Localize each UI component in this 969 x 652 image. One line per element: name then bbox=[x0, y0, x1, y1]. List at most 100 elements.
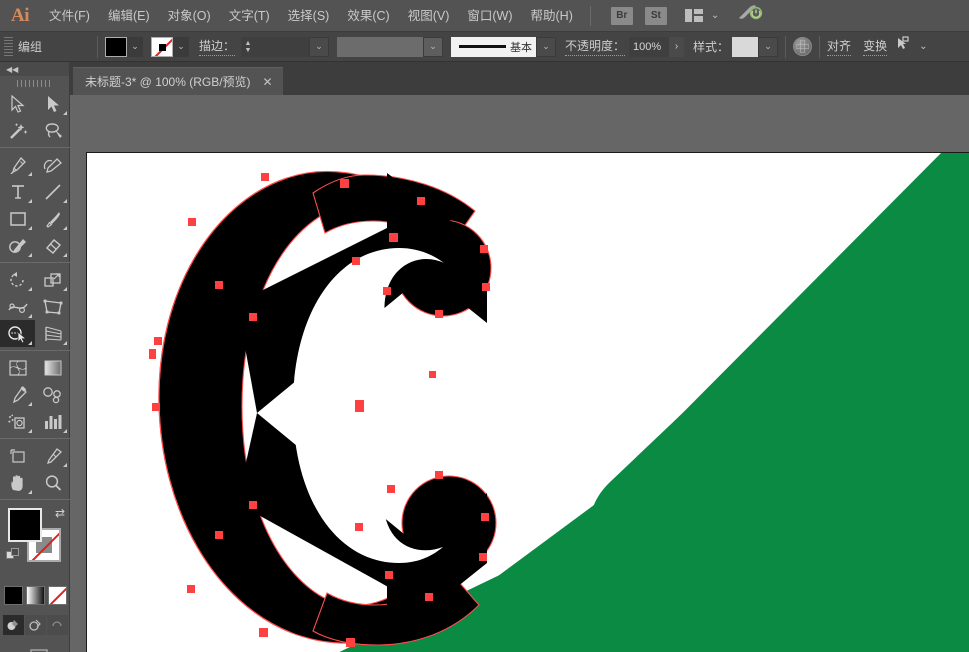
artboard[interactable] bbox=[86, 152, 969, 652]
menu-window[interactable]: 窗口(W) bbox=[458, 0, 521, 32]
rotate-tool[interactable] bbox=[0, 266, 35, 293]
stroke-dropdown-button[interactable]: ⌄ bbox=[173, 37, 189, 57]
isolate-chevron-down-icon[interactable]: ⌄ bbox=[919, 41, 927, 52]
tool-group-corner-icon bbox=[63, 199, 67, 203]
document-tab[interactable]: 未标题-3* @ 100% (RGB/预览) ✕ bbox=[73, 67, 283, 95]
brush-definition-label: 基本 bbox=[510, 39, 532, 55]
menu-edit[interactable]: 编辑(E) bbox=[99, 0, 159, 32]
none-mode-button[interactable] bbox=[48, 586, 67, 605]
perspective-grid-tool[interactable] bbox=[35, 320, 70, 347]
column-graph-tool[interactable] bbox=[35, 408, 70, 435]
menu-select[interactable]: 选择(S) bbox=[279, 0, 339, 32]
align-button[interactable]: 对齐 bbox=[827, 37, 851, 56]
free-transform-tool[interactable] bbox=[35, 293, 70, 320]
fill-color-swatch[interactable] bbox=[105, 37, 127, 57]
paintbrush-tool[interactable] bbox=[35, 205, 70, 232]
app-logo-icon: Ai bbox=[0, 0, 40, 32]
tool-group-corner-icon bbox=[63, 341, 67, 345]
brush-stroke-preview-icon bbox=[459, 45, 506, 48]
fill-color-box[interactable] bbox=[8, 508, 42, 542]
arrange-documents-icon[interactable] bbox=[685, 9, 703, 22]
tool-group-corner-icon bbox=[28, 314, 32, 318]
menu-file[interactable]: 文件(F) bbox=[40, 0, 99, 32]
tool-group-corner-icon bbox=[63, 226, 67, 230]
swap-fill-stroke-icon[interactable]: ⇄ bbox=[55, 506, 65, 520]
draw-behind-button[interactable] bbox=[25, 615, 46, 635]
variable-width-dropdown[interactable]: ⌄ bbox=[423, 37, 443, 57]
artwork-svg bbox=[87, 153, 969, 652]
stroke-weight-stepper[interactable]: ▲▼ bbox=[241, 37, 255, 57]
pen-tool[interactable] bbox=[0, 151, 35, 178]
bridge-button[interactable]: Br bbox=[611, 7, 633, 25]
draw-mode-buttons bbox=[0, 615, 70, 637]
tools-panel: ◀◀ bbox=[0, 62, 70, 652]
eyedropper-tool[interactable] bbox=[0, 381, 35, 408]
variable-width-profile-field[interactable] bbox=[337, 37, 423, 57]
brush-definition-field[interactable]: 基本 bbox=[451, 37, 536, 57]
shape-builder-tool[interactable] bbox=[0, 320, 35, 347]
zoom-tool[interactable] bbox=[35, 469, 70, 496]
blend-tool[interactable] bbox=[35, 381, 70, 408]
rectangle-tool[interactable] bbox=[0, 205, 35, 232]
direct-selection-tool[interactable] bbox=[35, 90, 70, 117]
recolor-artwork-icon[interactable] bbox=[793, 37, 812, 56]
gradient-tool[interactable] bbox=[35, 354, 70, 381]
draw-inside-button[interactable] bbox=[47, 615, 68, 635]
mesh-tool[interactable] bbox=[0, 354, 35, 381]
artboard-tool[interactable] bbox=[0, 442, 35, 469]
opacity-next-button[interactable]: › bbox=[669, 37, 684, 57]
transform-button[interactable]: 变换 bbox=[863, 37, 887, 56]
control-bar-grip[interactable] bbox=[4, 37, 13, 57]
brush-dropdown-button[interactable]: ⌄ bbox=[536, 37, 556, 57]
tool-group-corner-icon bbox=[28, 199, 32, 203]
eraser-tool[interactable] bbox=[35, 232, 70, 259]
graphic-style-swatch[interactable] bbox=[732, 37, 758, 57]
menu-effect[interactable]: 效果(C) bbox=[338, 0, 398, 32]
document-tab-label: 未标题-3* @ 100% (RGB/预览) bbox=[85, 73, 251, 90]
opacity-label[interactable]: 不透明度： bbox=[565, 37, 625, 56]
magic-wand-tool[interactable] bbox=[0, 117, 35, 144]
stock-button[interactable]: St bbox=[645, 7, 667, 25]
tool-group-corner-icon bbox=[63, 463, 67, 467]
menu-object[interactable]: 对象(O) bbox=[159, 0, 220, 32]
style-label: 样式： bbox=[693, 38, 729, 55]
tools-panel-collapse-button[interactable]: ◀◀ bbox=[0, 62, 69, 76]
tools-panel-grip[interactable] bbox=[0, 76, 69, 90]
control-divider-3 bbox=[819, 36, 820, 58]
opacity-input[interactable]: 100% bbox=[629, 37, 669, 57]
hand-tool[interactable] bbox=[0, 469, 35, 496]
tool-group-corner-icon bbox=[63, 287, 67, 291]
gradient-mode-button[interactable] bbox=[26, 586, 45, 605]
menu-help[interactable]: 帮助(H) bbox=[522, 0, 582, 32]
rocket-search-icon[interactable] bbox=[737, 4, 763, 27]
canvas-area[interactable] bbox=[70, 95, 969, 652]
change-screen-mode-button[interactable] bbox=[0, 643, 70, 652]
draw-normal-button[interactable] bbox=[3, 615, 24, 635]
selection-tool[interactable] bbox=[0, 90, 35, 117]
stroke-weight-input[interactable] bbox=[255, 37, 309, 57]
fill-dropdown-button[interactable]: ⌄ bbox=[127, 37, 143, 57]
symbol-sprayer-tool[interactable] bbox=[0, 408, 35, 435]
line-segment-tool[interactable] bbox=[35, 178, 70, 205]
stroke-color-swatch[interactable] bbox=[151, 37, 173, 57]
default-fill-stroke-icon[interactable] bbox=[6, 548, 20, 567]
type-tool[interactable] bbox=[0, 178, 35, 205]
tools-divider-2 bbox=[0, 262, 70, 263]
menu-view[interactable]: 视图(V) bbox=[399, 0, 459, 32]
shaper-tool[interactable] bbox=[0, 232, 35, 259]
width-tool[interactable] bbox=[0, 293, 35, 320]
curvature-tool[interactable] bbox=[35, 151, 70, 178]
style-dropdown-button[interactable]: ⌄ bbox=[758, 37, 778, 57]
chevron-down-icon[interactable]: ⌄ bbox=[711, 10, 719, 21]
menu-type[interactable]: 文字(T) bbox=[220, 0, 279, 32]
color-mode-button[interactable] bbox=[4, 586, 23, 605]
lasso-tool[interactable] bbox=[35, 117, 70, 144]
isolate-selected-object-icon[interactable] bbox=[895, 36, 911, 57]
control-divider-2 bbox=[785, 36, 786, 58]
scale-tool[interactable] bbox=[35, 266, 70, 293]
stroke-weight-dropdown[interactable]: ⌄ bbox=[309, 37, 329, 57]
slice-tool[interactable] bbox=[35, 442, 70, 469]
stroke-weight-label[interactable]: 描边： bbox=[199, 37, 235, 56]
tool-group-corner-icon bbox=[28, 341, 32, 345]
close-icon[interactable]: ✕ bbox=[263, 75, 273, 89]
